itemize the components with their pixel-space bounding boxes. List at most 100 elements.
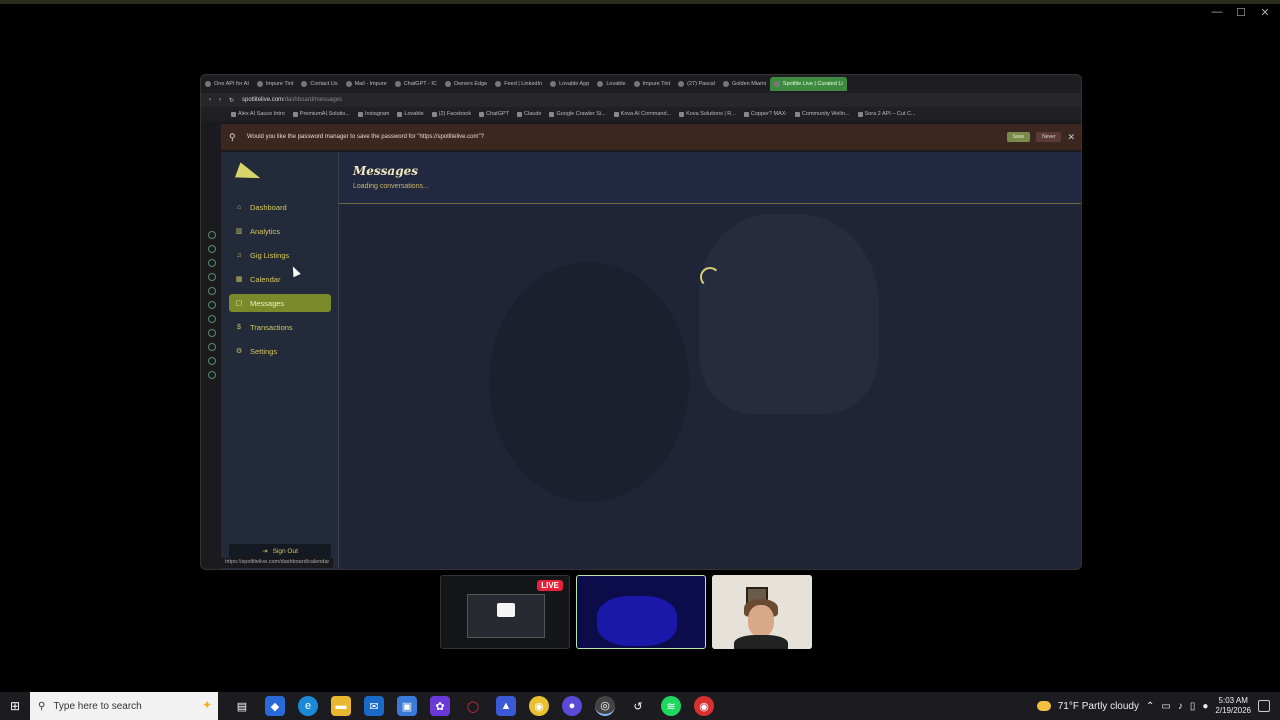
opera-icon[interactable]: ◯ <box>463 696 483 716</box>
battery-icon[interactable]: ▯ <box>1190 701 1196 712</box>
tab-label: One API for AI <box>214 81 249 87</box>
network-icon[interactable]: ▭ <box>1161 701 1170 712</box>
weather-text[interactable]: 71°F Partly cloudy <box>1058 701 1139 712</box>
side-app-icon[interactable] <box>208 329 216 337</box>
browser-tab[interactable]: Impure Tint <box>630 77 675 91</box>
close-prompt-icon[interactable]: ✕ <box>1067 132 1075 143</box>
reload-icon[interactable]: ↻ <box>229 97 234 104</box>
sidebar-item-analytics[interactable]: ▥ Analytics <box>229 222 331 240</box>
sidebar-item-settings[interactable]: ⚙ Settings <box>229 342 331 360</box>
save-password-button[interactable]: Save <box>1006 132 1031 142</box>
webcam-thumbnail[interactable] <box>712 575 812 649</box>
bookmark-item[interactable]: Community Welln... <box>794 111 850 117</box>
sign-out-button[interactable]: ⇥ Sign Out <box>229 544 331 558</box>
browser-tab[interactable]: Feed | LinkedIn <box>491 77 546 91</box>
side-app-icon[interactable] <box>208 357 216 365</box>
clock-time: 5:03 AM <box>1218 696 1248 705</box>
address-bar[interactable]: ‹ › ↻ spotlitelive.com/dashboard/message… <box>201 93 1081 107</box>
capcut-icon[interactable]: ↺ <box>628 696 648 716</box>
browser-tab[interactable]: Mail - Impure <box>342 77 391 91</box>
side-app-icon[interactable] <box>208 371 216 379</box>
bookmark-item[interactable]: Kova Solutions | R... <box>679 111 736 117</box>
volume-icon[interactable]: ♪ <box>1178 701 1183 712</box>
notification-icon[interactable] <box>1258 700 1270 712</box>
never-save-button[interactable]: Never <box>1036 132 1062 142</box>
browser-tab[interactable]: Spotlite Live | Curated Li <box>769 77 847 91</box>
sidebar-item-transactions[interactable]: $ Transactions <box>229 318 331 336</box>
browser-tab[interactable]: ChatGPT - IC <box>391 77 441 91</box>
bookmark-item[interactable]: ChatGPT <box>479 111 509 117</box>
bookmark-item[interactable]: Copper? MAX: <box>743 111 787 117</box>
browser-tab[interactable]: Contact Us <box>297 77 341 91</box>
clock[interactable]: 5:03 AM 2/19/2026 <box>1215 696 1251 716</box>
back-icon[interactable]: ‹ <box>209 97 211 103</box>
desktop-screen: — ☐ ✕ One API for AI Impure Tint Contact U… <box>0 0 1280 692</box>
sidebar-item-dashboard[interactable]: ⌂ Dashboard <box>229 198 331 216</box>
side-app-icon[interactable] <box>208 259 216 267</box>
outlook-icon[interactable]: ✉ <box>364 696 384 716</box>
browser-tab[interactable]: One API for AI <box>201 77 253 91</box>
windows-start-icon[interactable]: ⊞ <box>0 692 30 720</box>
obs-icon[interactable]: ◎ <box>595 696 615 716</box>
bookmark-item[interactable]: Alex AI Sauce Intro <box>231 111 285 117</box>
tab-favicon-icon <box>205 81 211 87</box>
url-text[interactable]: spotlitelive.com/dashboard/messages <box>242 97 342 103</box>
bookmark-item[interactable]: Google Crawler Si... <box>549 111 606 117</box>
bookmark-item[interactable]: Claude <box>517 111 541 117</box>
side-app-icon[interactable] <box>208 287 216 295</box>
sidebar-item-messages[interactable]: ▢ Messages <box>229 294 331 312</box>
brand-logo[interactable] <box>234 162 264 186</box>
screen-share-thumbnail[interactable]: LIVE <box>440 575 570 649</box>
bookmark-item[interactable]: (2) Facebook <box>431 111 471 117</box>
gear-icon: ⚙ <box>235 348 243 355</box>
file-explorer-icon[interactable]: ▬ <box>331 696 351 716</box>
sidebar-item-label: Dashboard <box>250 202 287 212</box>
bookmark-favicon-icon <box>231 111 236 117</box>
minimize-button[interactable]: — <box>1210 6 1224 19</box>
side-app-icon[interactable] <box>208 301 216 309</box>
app-icon[interactable]: ● <box>562 696 582 716</box>
copilot-icon[interactable]: ◆ <box>265 696 285 716</box>
music-note-icon: ♫ <box>236 251 242 259</box>
bookmarks-bar: Alex AI Sauce Intro PremiumAI.Solutio... I… <box>201 107 1081 121</box>
bookmark-label: Kova Solutions | R... <box>686 111 736 117</box>
side-app-icon[interactable] <box>208 315 216 323</box>
bookmark-label: Community Welln... <box>801 111 850 117</box>
spotify-icon[interactable]: ≋ <box>661 696 681 716</box>
side-app-icon[interactable] <box>208 245 216 253</box>
chevron-up-icon[interactable]: ⌃ <box>1146 701 1154 712</box>
sidebar-item-gig-listings[interactable]: ♫ Gig Listings <box>229 246 331 264</box>
tab-favicon-icon <box>550 81 557 87</box>
edge-icon[interactable]: e <box>298 696 318 716</box>
side-app-icon[interactable] <box>208 273 216 281</box>
browser-tab[interactable]: Lovable App <box>546 77 593 91</box>
side-app-icon[interactable] <box>208 343 216 351</box>
browser-tab[interactable]: (27) Pascal <box>674 77 719 91</box>
chrome-profile-icon[interactable]: ◉ <box>694 696 714 716</box>
page-title: Messages <box>353 164 418 178</box>
bookmark-item[interactable]: Kova AI Command... <box>613 111 671 117</box>
close-button[interactable]: ✕ <box>1258 6 1272 19</box>
tab-favicon-icon <box>678 81 685 87</box>
browser-tab[interactable]: Impure Tint <box>253 77 298 91</box>
bookmark-item[interactable]: PremiumAI.Solutio... <box>292 111 350 117</box>
browser-tab[interactable]: Lovable <box>593 77 629 91</box>
chrome-icon[interactable]: ◉ <box>529 696 549 716</box>
taskbar-search-input[interactable]: ⚲ Type here to search ✦ <box>30 692 218 720</box>
forward-icon[interactable]: › <box>219 97 221 103</box>
sidebar-item-label: Settings <box>250 346 278 356</box>
sidebar-item-calendar[interactable]: ▦ Calendar <box>229 270 331 288</box>
camera-thumbnail[interactable] <box>576 575 706 649</box>
app-icon[interactable]: ✿ <box>430 696 450 716</box>
browser-tab[interactable]: Golden Miami <box>719 77 770 91</box>
task-view-icon[interactable]: ▤ <box>232 696 252 716</box>
app-icon[interactable]: ▲ <box>496 696 516 716</box>
microphone-icon[interactable]: ● <box>1202 701 1208 712</box>
browser-tab[interactable]: Owners Edge <box>441 77 491 91</box>
bookmark-item[interactable]: Lovable <box>397 111 424 117</box>
maximize-button[interactable]: ☐ <box>1234 6 1248 19</box>
side-app-icon[interactable] <box>208 231 216 239</box>
bookmark-item[interactable]: Instagram <box>357 111 389 117</box>
bookmark-item[interactable]: Sora 2 API – Cut C... <box>857 111 916 117</box>
store-icon[interactable]: ▣ <box>397 696 417 716</box>
